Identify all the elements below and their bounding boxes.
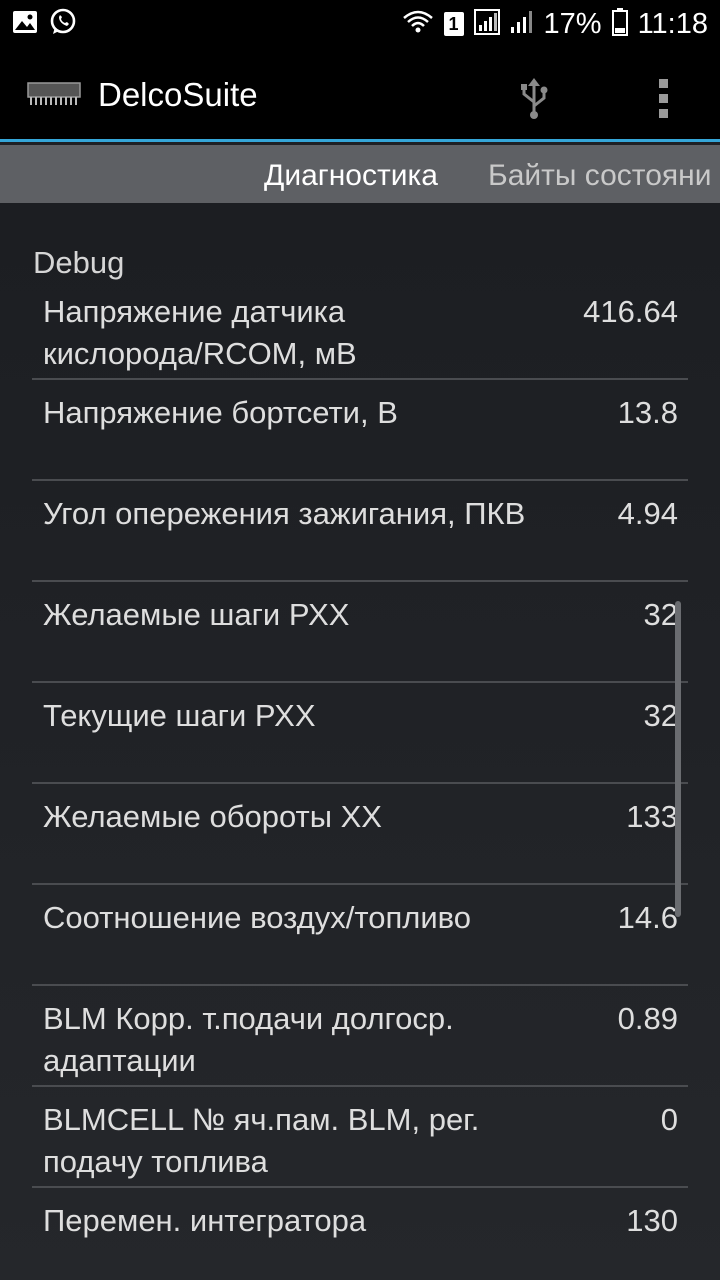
row-value: 133	[626, 799, 678, 834]
sim-icon: 1	[443, 12, 464, 36]
row-label: BLMCELL № яч.пам. BLM, рег. подачу топли…	[43, 1102, 480, 1179]
row-value: 14.6	[617, 900, 678, 935]
diagnostics-list[interactable]: Debug Напряжение датчика кислорода/RCOM,…	[0, 203, 720, 1280]
list-item[interactable]: Напряжение датчика кислорода/RCOM, мВ 41…	[32, 279, 688, 380]
signal-icon-2	[510, 9, 534, 40]
row-value: 4.94	[617, 496, 678, 531]
row-label: Напряжение бортсети, В	[43, 395, 398, 430]
section-title: Debug	[33, 245, 125, 280]
chip-icon	[24, 75, 84, 116]
tab-diagnostics[interactable]: Диагностика	[264, 159, 438, 193]
row-value: 32	[643, 597, 678, 632]
app-title: DelcoSuite	[98, 76, 258, 113]
gallery-icon	[12, 10, 38, 39]
row-label: Угол опережения зажигания, ПКВ	[43, 496, 526, 531]
list-item[interactable]: Угол опережения зажигания, ПКВ 4.94	[32, 481, 688, 582]
row-value: 0	[660, 1102, 678, 1137]
status-bar: 1 17% 11:18	[0, 0, 720, 48]
row-value: 13.8	[617, 395, 678, 430]
list-item[interactable]: Желаемые обороты ХХ 133	[32, 784, 688, 885]
overflow-menu-icon[interactable]	[650, 76, 678, 120]
signal-icon	[473, 8, 500, 40]
list-item[interactable]: Напряжение бортсети, В 13.8	[32, 380, 688, 481]
list-item[interactable]: Желаемые шаги РХХ 32	[32, 582, 688, 683]
scrollbar[interactable]	[675, 601, 681, 917]
row-label: Напряжение датчика кислорода/RCOM, мВ	[43, 294, 357, 371]
tab-bar: Диагностика Байты состояни	[0, 145, 720, 203]
whatsapp-icon	[48, 7, 78, 42]
action-bar: DelcoSuite	[0, 48, 720, 142]
clock: 11:18	[637, 7, 708, 40]
row-label: BLM Корр. т.подачи долгоср. адаптации	[43, 1001, 454, 1078]
row-value: 32	[643, 698, 678, 733]
wifi-icon	[402, 9, 434, 40]
rows-container: Напряжение датчика кислорода/RCOM, мВ 41…	[32, 279, 688, 1280]
list-item[interactable]: BLM Корр. т.подачи долгоср. адаптации 0.…	[32, 986, 688, 1087]
row-label: Желаемые обороты ХХ	[43, 799, 382, 834]
list-item[interactable]: Перемен. интегратора 130	[32, 1188, 688, 1280]
row-label: Перемен. интегратора	[43, 1203, 367, 1238]
usb-icon[interactable]	[514, 76, 554, 120]
row-value: 0.89	[617, 1001, 678, 1036]
row-label: Текущие шаги РХХ	[43, 698, 316, 733]
row-label: Желаемые шаги РХХ	[43, 597, 350, 632]
list-item[interactable]: BLMCELL № яч.пам. BLM, рег. подачу топли…	[32, 1087, 688, 1188]
list-item[interactable]: Текущие шаги РХХ 32	[32, 683, 688, 784]
battery-icon	[611, 7, 628, 41]
row-value: 416.64	[583, 294, 678, 329]
battery-percent: 17%	[543, 7, 602, 40]
row-value: 130	[626, 1203, 678, 1238]
tab-status-bytes[interactable]: Байты состояни	[488, 159, 711, 193]
row-label: Соотношение воздух/топливо	[43, 900, 472, 935]
list-item[interactable]: Соотношение воздух/топливо 14.6	[32, 885, 688, 986]
